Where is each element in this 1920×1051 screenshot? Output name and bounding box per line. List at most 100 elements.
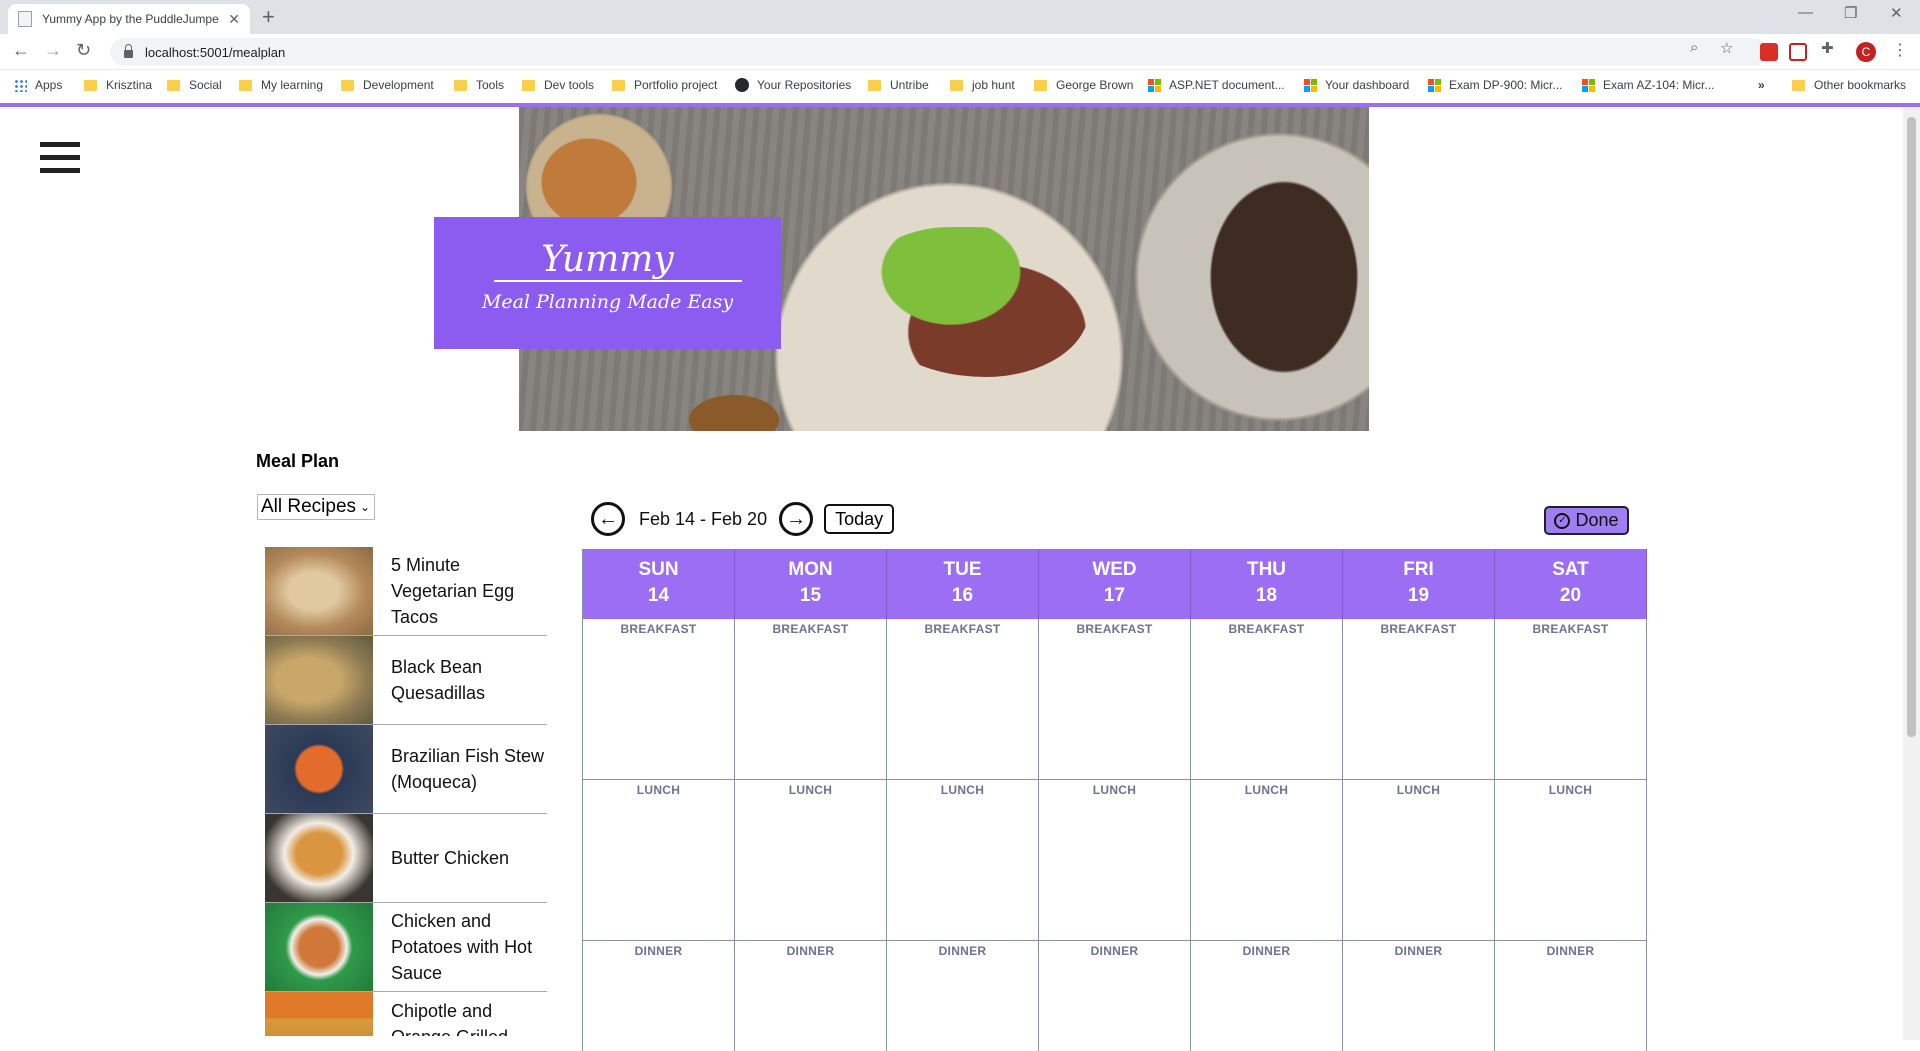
meal-slot-breakfast[interactable]: BREAKFAST xyxy=(1039,619,1191,779)
browser-tabstrip: Yummy App by the PuddleJumpe ✕ + — ❐ ✕ xyxy=(0,0,1920,34)
lunch-row: LUNCH LUNCH LUNCH LUNCH LUNCH LUNCH LUNC… xyxy=(583,780,1647,941)
bookmark-folder[interactable]: Portfolio project xyxy=(612,78,717,92)
chevron-down-icon: ⌄ xyxy=(360,500,371,514)
extensions-puzzle-icon[interactable]: ✚ xyxy=(1821,39,1834,57)
scrollbar-thumb[interactable] xyxy=(1907,117,1916,737)
meal-slot-breakfast[interactable]: BREAKFAST xyxy=(887,619,1039,779)
check-circle-icon: ✓ xyxy=(1554,512,1571,529)
recipe-item[interactable]: 5 Minute Vegetarian Egg Tacos xyxy=(265,547,547,636)
new-tab-icon[interactable]: + xyxy=(262,4,275,30)
meal-slot-breakfast[interactable]: BREAKFAST xyxy=(735,619,887,779)
reload-icon[interactable]: ↻ xyxy=(76,40,91,61)
microsoft-icon xyxy=(1148,78,1161,92)
folder-icon xyxy=(454,79,467,91)
bookmark-microsoft[interactable]: Your dashboard xyxy=(1304,78,1409,92)
next-week-button[interactable]: → xyxy=(779,502,814,536)
minimize-icon[interactable]: — xyxy=(1798,4,1813,21)
recipe-name: Brazilian Fish Stew (Moqueca) xyxy=(391,746,545,792)
recipe-name: Black Bean Quesadillas xyxy=(391,657,486,703)
meal-slot-dinner[interactable]: DINNER xyxy=(1495,941,1647,1051)
close-window-icon[interactable]: ✕ xyxy=(1890,4,1903,22)
bookmark-folder[interactable]: Untribe xyxy=(868,78,929,92)
recipe-filter-select[interactable]: All Recipes ⌄ xyxy=(257,494,375,520)
extension-icon[interactable] xyxy=(1760,43,1778,61)
recipe-thumbnail xyxy=(265,992,373,1036)
bookmark-folder[interactable]: Social xyxy=(167,78,222,92)
other-bookmarks[interactable]: Other bookmarks xyxy=(1792,78,1906,92)
meal-slot-dinner[interactable]: DINNER xyxy=(735,941,887,1051)
browser-tab[interactable]: Yummy App by the PuddleJumpe ✕ xyxy=(8,4,250,34)
microsoft-icon xyxy=(1304,78,1317,92)
bookmark-microsoft[interactable]: ASP.NET document... xyxy=(1148,78,1285,92)
meal-slot-dinner[interactable]: DINNER xyxy=(1343,941,1495,1051)
dinner-row: DINNER DINNER DINNER DINNER DINNER DINNE… xyxy=(583,941,1647,1051)
page-scrollbar[interactable] xyxy=(1903,107,1920,1040)
folder-icon xyxy=(341,79,354,91)
recipe-item[interactable]: Chipotle and Orange Grilled xyxy=(265,992,547,1036)
recipe-item[interactable]: Chicken and Potatoes with Hot Sauce xyxy=(265,903,547,992)
lock-icon xyxy=(124,43,133,58)
restore-icon[interactable]: ❐ xyxy=(1844,4,1857,22)
bookmark-folder[interactable]: job hunt xyxy=(950,78,1015,92)
recipe-thumbnail xyxy=(265,725,373,813)
meal-slot-breakfast[interactable]: BREAKFAST xyxy=(1495,619,1647,779)
bookmark-folder[interactable]: Krisztina xyxy=(84,78,152,92)
meal-slot-breakfast[interactable]: BREAKFAST xyxy=(1191,619,1343,779)
close-tab-icon[interactable]: ✕ xyxy=(228,11,240,28)
meal-slot-dinner[interactable]: DINNER xyxy=(583,941,735,1051)
meal-slot-lunch[interactable]: LUNCH xyxy=(1191,780,1343,940)
done-button[interactable]: ✓ Done xyxy=(1544,506,1629,535)
meal-slot-lunch[interactable]: LUNCH xyxy=(583,780,735,940)
meal-slot-lunch[interactable]: LUNCH xyxy=(735,780,887,940)
arrow-right-icon: → xyxy=(786,507,807,530)
browser-menu-icon[interactable]: ⋮ xyxy=(1892,40,1908,60)
recipe-thumbnail xyxy=(265,903,373,991)
meal-slot-lunch[interactable]: LUNCH xyxy=(1495,780,1647,940)
zoom-icon[interactable]: ⌕ xyxy=(1690,39,1698,56)
page-favicon-icon xyxy=(18,11,32,27)
recipe-item[interactable]: Black Bean Quesadillas xyxy=(265,636,547,725)
day-header: WED 17 xyxy=(1039,549,1191,619)
bookmark-folder[interactable]: Tools xyxy=(454,78,504,92)
bookmark-apps[interactable]: Apps xyxy=(14,78,62,92)
address-bar[interactable]: localhost:5001/mealplan xyxy=(110,38,1768,66)
bookmark-github[interactable]: Your Repositories xyxy=(735,78,851,92)
today-button[interactable]: Today xyxy=(824,504,895,534)
recipe-thumbnail xyxy=(265,636,373,724)
recipe-item[interactable]: Butter Chicken xyxy=(265,814,547,903)
bookmark-folder[interactable]: My learning xyxy=(239,78,323,92)
meal-slot-dinner[interactable]: DINNER xyxy=(1039,941,1191,1051)
meal-slot-lunch[interactable]: LUNCH xyxy=(887,780,1039,940)
meal-slot-dinner[interactable]: DINNER xyxy=(887,941,1039,1051)
meal-slot-breakfast[interactable]: BREAKFAST xyxy=(583,619,735,779)
meal-slot-breakfast[interactable]: BREAKFAST xyxy=(1343,619,1495,779)
meal-slot-lunch[interactable]: LUNCH xyxy=(1039,780,1191,940)
recipe-name: Butter Chicken xyxy=(391,848,510,868)
app-logo: Yummy Meal Planning Made Easy xyxy=(434,217,781,349)
back-icon[interactable]: ← xyxy=(12,40,30,61)
meal-slot-dinner[interactable]: DINNER xyxy=(1191,941,1343,1051)
bookmark-star-icon[interactable]: ☆ xyxy=(1720,39,1733,57)
previous-week-button[interactable]: ← xyxy=(591,502,625,536)
folder-icon xyxy=(868,79,881,91)
week-navigation: ← Feb 14 - Feb 20 → Today xyxy=(591,502,895,536)
pocket-extension-icon[interactable] xyxy=(1789,43,1807,61)
profile-avatar[interactable]: C xyxy=(1856,42,1876,62)
bookmark-microsoft[interactable]: Exam DP-900: Micr... xyxy=(1428,78,1562,92)
bookmark-folder[interactable]: Development xyxy=(341,78,434,92)
day-header: MON 15 xyxy=(735,549,887,619)
recipe-item[interactable]: Brazilian Fish Stew (Moqueca) xyxy=(265,725,547,814)
tab-title: Yummy App by the PuddleJumpe xyxy=(42,12,219,26)
forward-icon[interactable]: → xyxy=(44,40,62,61)
bookmark-folder[interactable]: Dev tools xyxy=(522,78,594,92)
browser-toolbar: ← → ↻ localhost:5001/mealplan ⌕ ☆ ✚ C ⋮ xyxy=(0,34,1920,70)
done-label: Done xyxy=(1575,510,1619,530)
meal-slot-lunch[interactable]: LUNCH xyxy=(1343,780,1495,940)
folder-icon xyxy=(1034,79,1047,91)
folder-icon xyxy=(950,79,963,91)
bookmark-microsoft[interactable]: Exam AZ-104: Micr... xyxy=(1582,78,1714,92)
hamburger-menu-icon[interactable] xyxy=(40,140,80,176)
meal-plan-calendar: SUN 14 MON 15 TUE 16 WED 17 THU 18 FRI 19 SAT 2… xyxy=(582,549,1647,1051)
bookmark-folder[interactable]: George Brown xyxy=(1034,78,1133,92)
more-bookmarks-button[interactable]: » xyxy=(1758,78,1765,92)
